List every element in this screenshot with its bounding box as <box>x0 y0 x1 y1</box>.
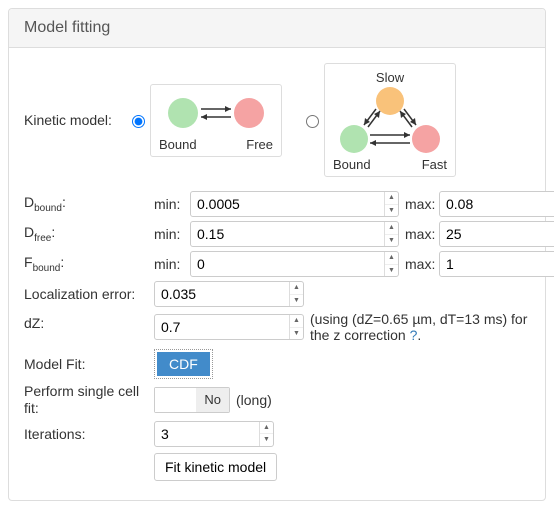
single-cell-value: No <box>196 388 229 412</box>
single-cell-note: (long) <box>236 392 272 408</box>
spinner-up-icon[interactable]: ▲ <box>385 222 398 235</box>
panel-title: Model fitting <box>9 9 545 48</box>
single-cell-label: Perform single cell fit: <box>24 383 154 417</box>
two-state-bound-label: Bound <box>159 137 197 152</box>
model-fitting-panel: Model fitting Kinetic model: Bound Fr <box>8 8 546 501</box>
dz-note: (using (dZ=0.65 µm, dT=13 ms) for the z … <box>310 311 530 343</box>
fit-button-row: Fit kinetic model <box>24 453 530 481</box>
kinetic-radio-two-state[interactable] <box>132 115 145 128</box>
f-bound-min-input[interactable]: ▲▼ <box>190 251 399 277</box>
d-bound-row: Dbound: min: ▲▼ max: ▲▼ <box>24 191 530 217</box>
min-label: min: <box>154 196 190 212</box>
model-fit-toggle[interactable]: CDF <box>154 349 213 379</box>
single-cell-toggle[interactable]: No <box>154 387 230 413</box>
dz-label: dZ: <box>24 311 154 343</box>
spinner-up-icon[interactable]: ▲ <box>290 315 303 328</box>
kinetic-radio-three-state[interactable] <box>306 115 319 128</box>
iterations-row: Iterations: ▲▼ <box>24 421 530 447</box>
spinner-down-icon[interactable]: ▼ <box>290 295 303 307</box>
d-bound-max-input[interactable]: ▲▼ <box>439 191 554 217</box>
dz-input[interactable]: ▲▼ <box>154 314 304 340</box>
loc-error-label: Localization error: <box>24 286 154 302</box>
d-bound-min-input[interactable]: ▲▼ <box>190 191 399 217</box>
f-bound-max-input[interactable]: ▲▼ <box>439 251 554 277</box>
spinner-up-icon[interactable]: ▲ <box>385 192 398 205</box>
single-cell-row: Perform single cell fit: No (long) <box>24 383 530 417</box>
three-state-bound-label: Bound <box>333 157 371 172</box>
spinner-down-icon[interactable]: ▼ <box>385 205 398 217</box>
dz-row: dZ: ▲▼ (using (dZ=0.65 µm, dT=13 ms) for… <box>24 311 530 343</box>
three-state-slow-label: Slow <box>333 70 447 85</box>
spinner-down-icon[interactable]: ▼ <box>260 434 273 446</box>
kinetic-two-state-diagram: Bound Free <box>150 84 282 157</box>
d-free-min-input[interactable]: ▲▼ <box>190 221 399 247</box>
loc-error-input[interactable]: ▲▼ <box>154 281 304 307</box>
spinner-up-icon[interactable]: ▲ <box>260 422 273 435</box>
two-state-svg <box>161 91 271 135</box>
three-state-fast-label: Fast <box>422 157 447 172</box>
f-bound-label: Fbound: <box>24 254 154 274</box>
loc-error-row: Localization error: ▲▼ <box>24 281 530 307</box>
model-fit-label: Model Fit: <box>24 356 154 372</box>
kinetic-three-state-diagram: Slow <box>324 63 456 177</box>
spinner-down-icon[interactable]: ▼ <box>385 265 398 277</box>
d-free-row: Dfree: min: ▲▼ max: ▲▼ <box>24 221 530 247</box>
iterations-label: Iterations: <box>24 426 154 442</box>
d-bound-label: Dbound: <box>24 194 154 214</box>
fit-kinetic-model-button[interactable]: Fit kinetic model <box>154 453 277 481</box>
spinner-up-icon[interactable]: ▲ <box>290 282 303 295</box>
spinner-down-icon[interactable]: ▼ <box>290 328 303 340</box>
d-free-label: Dfree: <box>24 224 154 244</box>
spinner-up-icon[interactable]: ▲ <box>385 252 398 265</box>
three-state-svg <box>334 87 446 155</box>
panel-body: Kinetic model: Bound Free <box>9 48 545 500</box>
max-label: max: <box>399 196 439 212</box>
two-state-free-label: Free <box>246 137 273 152</box>
model-fit-row: Model Fit: CDF <box>24 349 530 379</box>
iterations-input[interactable]: ▲▼ <box>154 421 274 447</box>
kinetic-model-row: Kinetic model: Bound Free <box>24 63 530 177</box>
model-fit-value: CDF <box>157 352 210 376</box>
spinner-down-icon[interactable]: ▼ <box>385 235 398 247</box>
f-bound-row: Fbound: min: ▲▼ max: ▲▼ <box>24 251 530 277</box>
kinetic-model-label: Kinetic model: <box>24 112 124 128</box>
d-free-max-input[interactable]: ▲▼ <box>439 221 554 247</box>
